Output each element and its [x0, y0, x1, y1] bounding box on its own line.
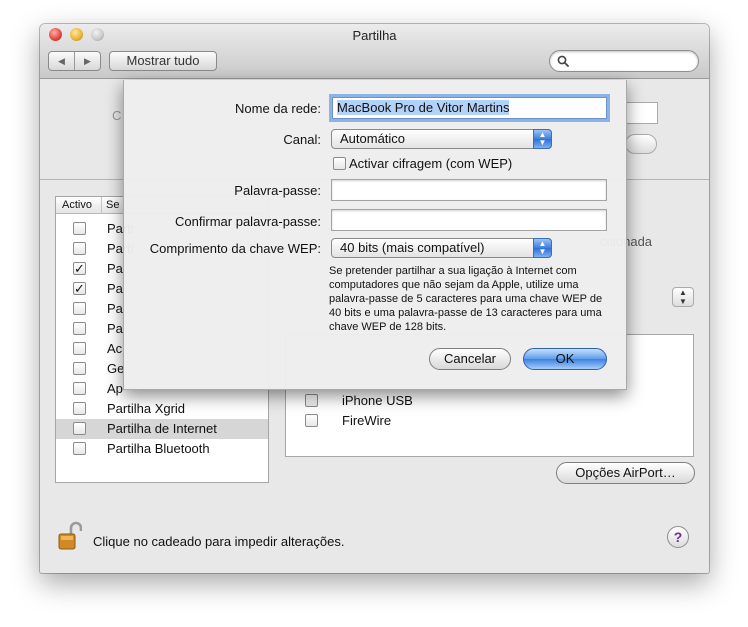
airport-options-button[interactable]: Opções AirPort…: [556, 462, 695, 484]
internet-sharing-airport-sheet: Nome da rede: MacBook Pro de Vitor Marti…: [123, 80, 627, 390]
confirm-password-label: Confirmar palavra-passe:: [175, 214, 321, 229]
service-label: Partilha de Internet: [107, 421, 217, 436]
wep-help-note: Se pretender partilhar a sua ligação à I…: [329, 265, 603, 333]
confirm-password-field[interactable]: [331, 209, 607, 231]
computer-name-label-fragment: C: [112, 108, 122, 123]
service-checkbox[interactable]: [73, 402, 86, 415]
service-checkbox[interactable]: [73, 422, 86, 435]
service-label: Pa: [107, 301, 123, 316]
column-separator: [101, 197, 102, 214]
service-row[interactable]: Partilha de Internet: [56, 419, 268, 439]
ok-button[interactable]: OK: [523, 348, 607, 370]
port-row[interactable]: iPhone USB: [286, 391, 693, 411]
service-label: Pa: [107, 261, 123, 276]
encryption-checkbox[interactable]: [333, 157, 346, 170]
service-checkbox[interactable]: [73, 342, 86, 355]
popup-arrows-icon: ▲ ▼: [533, 129, 552, 149]
service-checkbox[interactable]: [73, 222, 86, 235]
channel-popup[interactable]: Automático ▲ ▼: [331, 129, 552, 149]
popup-arrows-icon: ▲ ▼: [533, 238, 552, 258]
column-service[interactable]: Se: [106, 199, 119, 211]
port-checkbox[interactable]: [305, 414, 318, 427]
wep-key-length-value: 40 bits (mais compatível): [340, 240, 485, 255]
title-bar: Partilha ◀ ▶ Mostrar tudo: [40, 24, 709, 79]
edit-button-fragment[interactable]: [625, 134, 657, 154]
port-label: iPhone USB: [342, 393, 413, 408]
password-label: Palavra-passe:: [234, 183, 321, 198]
service-row[interactable]: Partilha Bluetooth: [56, 439, 268, 459]
wep-key-length-label: Comprimento da chave WEP:: [149, 241, 321, 256]
service-checkbox[interactable]: [73, 382, 86, 395]
port-row[interactable]: FireWire: [286, 411, 693, 431]
search-icon: [557, 55, 569, 67]
back-arrow-icon[interactable]: ◀: [49, 52, 74, 70]
port-checkbox[interactable]: [305, 394, 318, 407]
network-name-label: Nome da rede:: [235, 101, 321, 116]
cancel-button[interactable]: Cancelar: [429, 348, 511, 370]
network-name-value: MacBook Pro de Vitor Martins: [337, 100, 510, 115]
window-title: Partilha: [352, 28, 397, 43]
service-checkbox[interactable]: [73, 242, 86, 255]
service-label: Ge: [107, 361, 125, 376]
port-label: FireWire: [342, 413, 392, 428]
computer-name-field-fragment: [626, 102, 658, 124]
service-label: Partilha Xgrid: [107, 401, 186, 416]
service-label: Ac: [107, 341, 123, 356]
service-label: Partilha Bluetooth: [107, 441, 210, 456]
service-label: Pa: [107, 281, 123, 296]
service-label: Ap: [107, 381, 123, 396]
service-checkbox[interactable]: [73, 322, 86, 335]
column-active[interactable]: Activo: [62, 199, 92, 211]
show-all-button[interactable]: Mostrar tudo: [109, 51, 217, 71]
forward-arrow-icon[interactable]: ▶: [74, 52, 100, 70]
password-field[interactable]: [331, 179, 607, 201]
network-name-field[interactable]: MacBook Pro de Vitor Martins: [332, 97, 607, 119]
share-from-popup-fragment[interactable]: ▲ ▼: [672, 287, 694, 307]
back-forward-control: ◀ ▶: [48, 51, 101, 71]
service-checkbox[interactable]: [73, 362, 86, 375]
channel-label: Canal:: [283, 132, 321, 147]
help-button[interactable]: ?: [667, 526, 689, 548]
service-checkbox[interactable]: ✓: [73, 262, 86, 275]
search-input[interactable]: [549, 50, 699, 72]
lock-icon[interactable]: [58, 521, 82, 551]
service-checkbox[interactable]: [73, 442, 86, 455]
service-checkbox[interactable]: ✓: [73, 282, 86, 295]
service-row[interactable]: Partilha Xgrid: [56, 399, 268, 419]
channel-value: Automático: [340, 131, 406, 146]
wep-key-length-popup[interactable]: 40 bits (mais compatível) ▲ ▼: [331, 238, 552, 258]
service-label: Pa: [107, 321, 123, 336]
service-checkbox[interactable]: [73, 302, 86, 315]
lock-message: Clique no cadeado para impedir alteraçõe…: [93, 534, 345, 549]
encryption-label: Activar cifragem (com WEP): [349, 156, 513, 171]
